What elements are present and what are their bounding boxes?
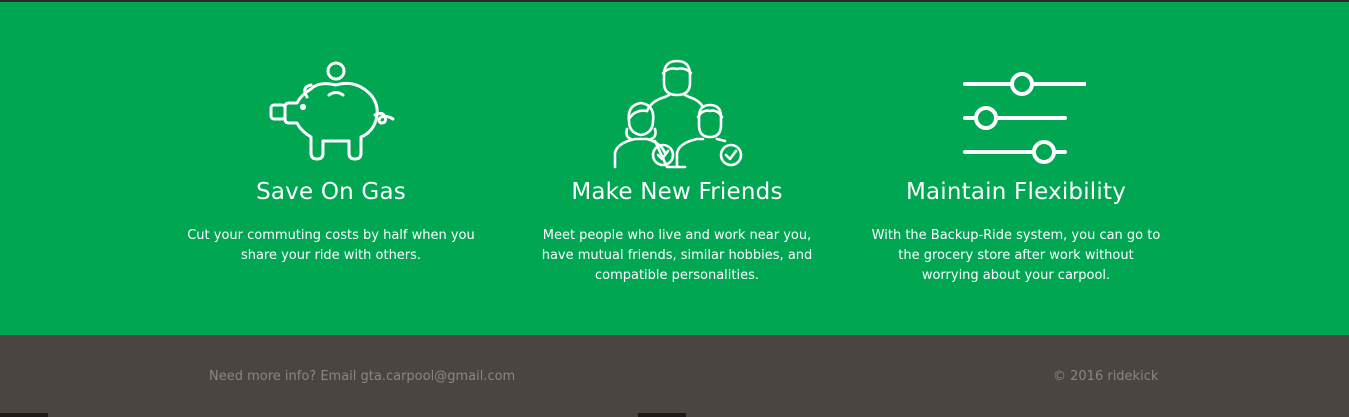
sliders-icon (846, 57, 1186, 177)
piggy-bank-icon (161, 57, 501, 177)
feature-title: Save On Gas (256, 179, 406, 205)
feature-description: Cut your commuting costs by half when yo… (187, 228, 475, 263)
feature-title: Make New Friends (571, 179, 783, 205)
people-group-icon (507, 57, 847, 177)
bottom-border (0, 413, 1349, 417)
footer-copyright: © 2016 ridekick (1053, 369, 1159, 384)
feature-title: Maintain Flexibility (905, 179, 1127, 205)
footer: Need more info? Email gta.carpool@gmail.… (0, 335, 1349, 417)
features-section: Save On Gas Cut your commuting costs by … (0, 2, 1349, 335)
footer-contact-info[interactable]: Need more info? Email gta.carpool@gmail.… (209, 369, 515, 384)
feature-description: With the Backup-Ride system, you can go … (871, 228, 1161, 283)
feature-description: Meet people who live and work near you, … (541, 228, 813, 283)
